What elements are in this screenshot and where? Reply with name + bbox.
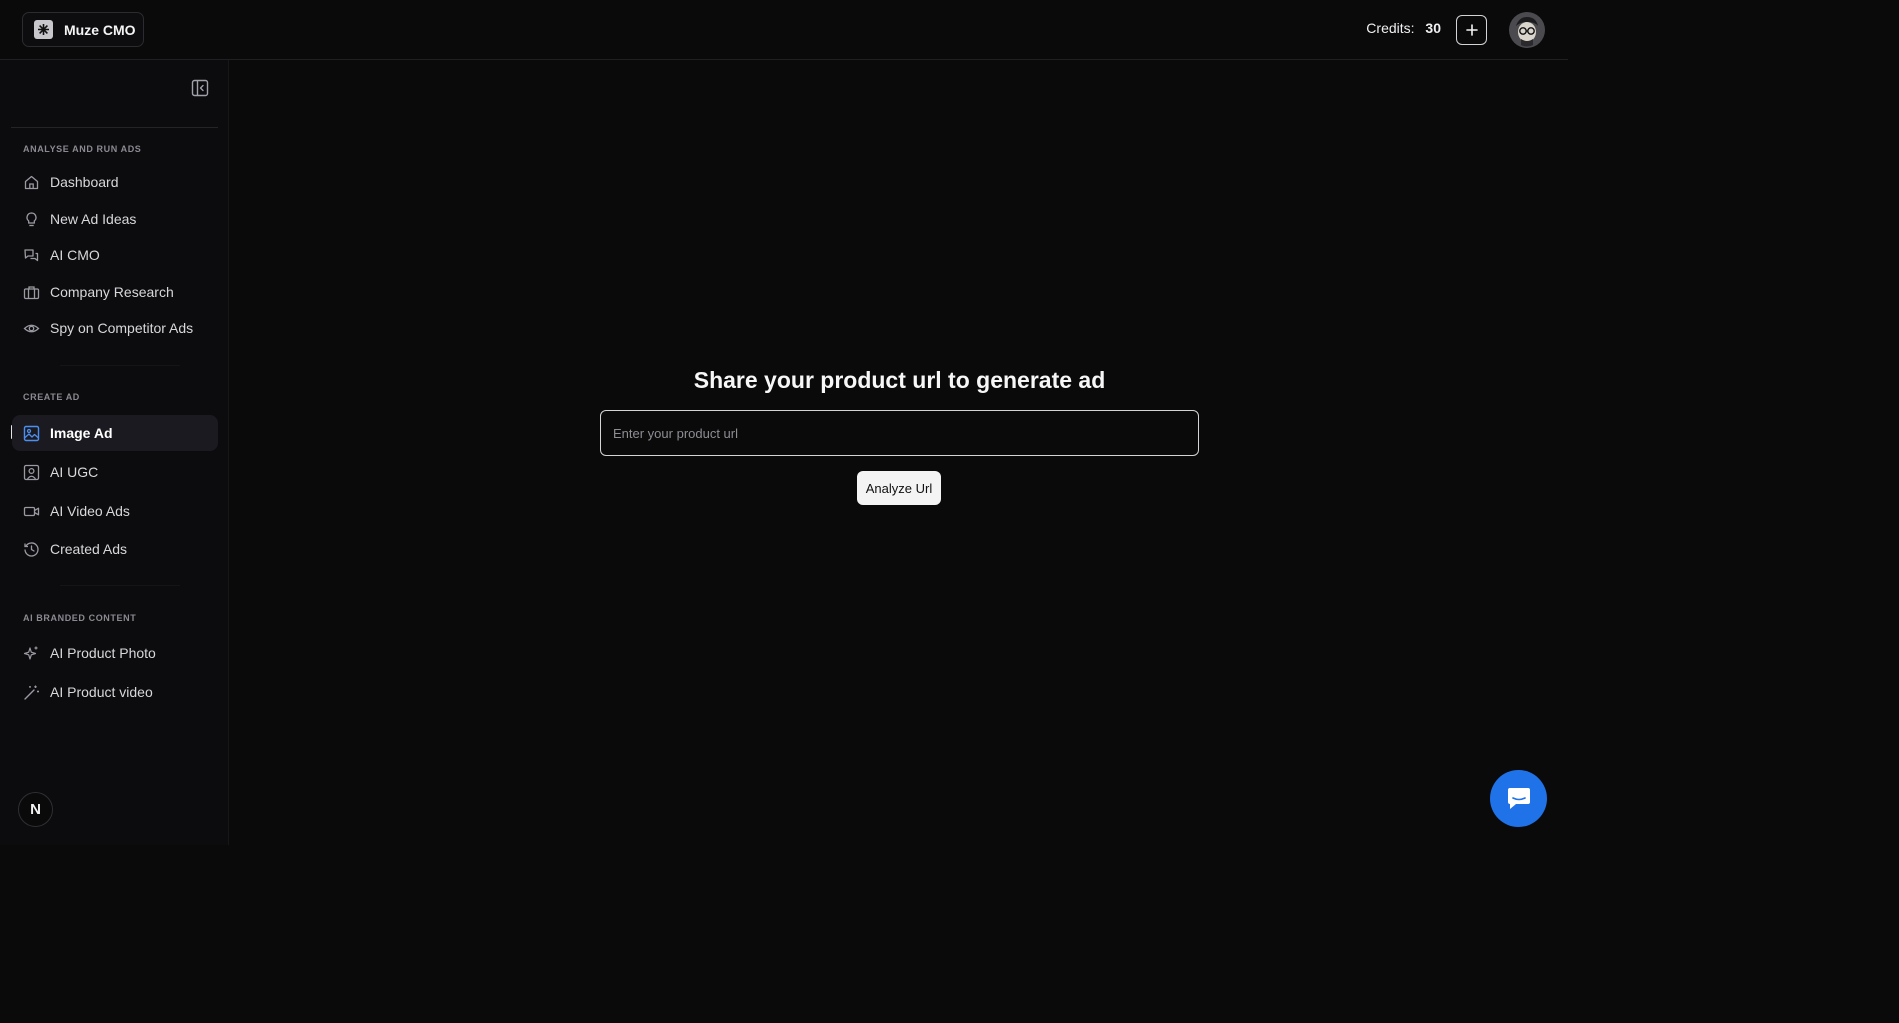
user-square-icon: [22, 463, 40, 481]
home-icon: [22, 173, 40, 191]
sidebar-divider: [11, 127, 218, 128]
sidebar-collapse-button[interactable]: [191, 79, 211, 97]
sidebar: ANALYSE AND RUN ADS Dashboard New Ad Ide…: [0, 60, 229, 845]
sidebar-item-ai-product-video[interactable]: AI Product video: [12, 674, 218, 710]
sidebar-item-label: Dashboard: [50, 174, 119, 190]
sidebar-item-ai-cmo[interactable]: AI CMO: [12, 237, 218, 273]
sidebar-item-label: AI CMO: [50, 247, 100, 263]
top-bar: Muze CMO Credits: 30: [0, 0, 1568, 60]
sidebar-item-dashboard[interactable]: Dashboard: [12, 164, 218, 200]
sparkles-icon: [22, 644, 40, 662]
plus-icon: [1465, 24, 1478, 36]
credits-label: Credits:: [1366, 20, 1415, 36]
sidebar-item-label: AI Product video: [50, 684, 153, 700]
n-badge-button[interactable]: N: [18, 792, 53, 827]
lightbulb-icon: [22, 210, 40, 228]
brand-logo-icon: [34, 20, 53, 39]
eye-icon: [22, 319, 40, 337]
sidebar-item-label: AI UGC: [50, 464, 99, 480]
sidebar-item-company-research[interactable]: Company Research: [12, 274, 218, 310]
chat-icon: [22, 246, 40, 264]
section-divider: [60, 585, 180, 586]
sidebar-item-label: Company Research: [50, 284, 174, 300]
wand-icon: [22, 683, 40, 701]
brand-button[interactable]: Muze CMO: [22, 12, 144, 47]
brand-name: Muze CMO: [64, 21, 136, 38]
history-icon: [22, 540, 40, 558]
credits-display: Credits: 30: [1366, 20, 1441, 36]
section-label-branded-content: AI BRANDED CONTENT: [23, 613, 137, 623]
sidebar-item-label: Spy on Competitor Ads: [50, 320, 194, 336]
sidebar-item-label: AI Product Photo: [50, 645, 156, 661]
page-title: Share your product url to generate ad: [693, 367, 1106, 393]
sidebar-item-label: New Ad Ideas: [50, 211, 137, 227]
sidebar-collapse-icon: [191, 79, 209, 97]
sidebar-item-label: Created Ads: [50, 541, 128, 557]
section-divider: [60, 365, 180, 366]
sidebar-item-spy-competitor-ads[interactable]: Spy on Competitor Ads: [12, 310, 218, 346]
section-label-create-ad: CREATE AD: [23, 392, 80, 402]
sidebar-item-image-ad[interactable]: Image Ad: [12, 415, 218, 451]
add-credits-button[interactable]: [1456, 15, 1487, 45]
sidebar-item-new-ad-ideas[interactable]: New Ad Ideas: [12, 201, 218, 237]
chat-bubble-icon: [1507, 787, 1530, 809]
sidebar-item-label: AI Video Ads: [50, 503, 130, 519]
briefcase-icon: [22, 283, 40, 301]
sidebar-item-created-ads[interactable]: Created Ads: [12, 531, 218, 567]
video-icon: [22, 502, 40, 520]
credits-value: 30: [1425, 20, 1441, 36]
sidebar-item-label: Image Ad: [50, 425, 113, 441]
chat-widget-button[interactable]: [1490, 770, 1547, 827]
sidebar-item-ai-product-photo[interactable]: AI Product Photo: [12, 635, 218, 671]
product-url-input[interactable]: [600, 410, 1199, 456]
image-icon: [22, 424, 40, 442]
sidebar-item-ai-ugc[interactable]: AI UGC: [12, 454, 218, 490]
section-label-analyse: ANALYSE AND RUN ADS: [23, 144, 142, 154]
analyze-url-button[interactable]: Analyze Url: [857, 471, 941, 505]
sidebar-item-ai-video-ads[interactable]: AI Video Ads: [12, 493, 218, 529]
user-avatar[interactable]: [1509, 12, 1545, 48]
